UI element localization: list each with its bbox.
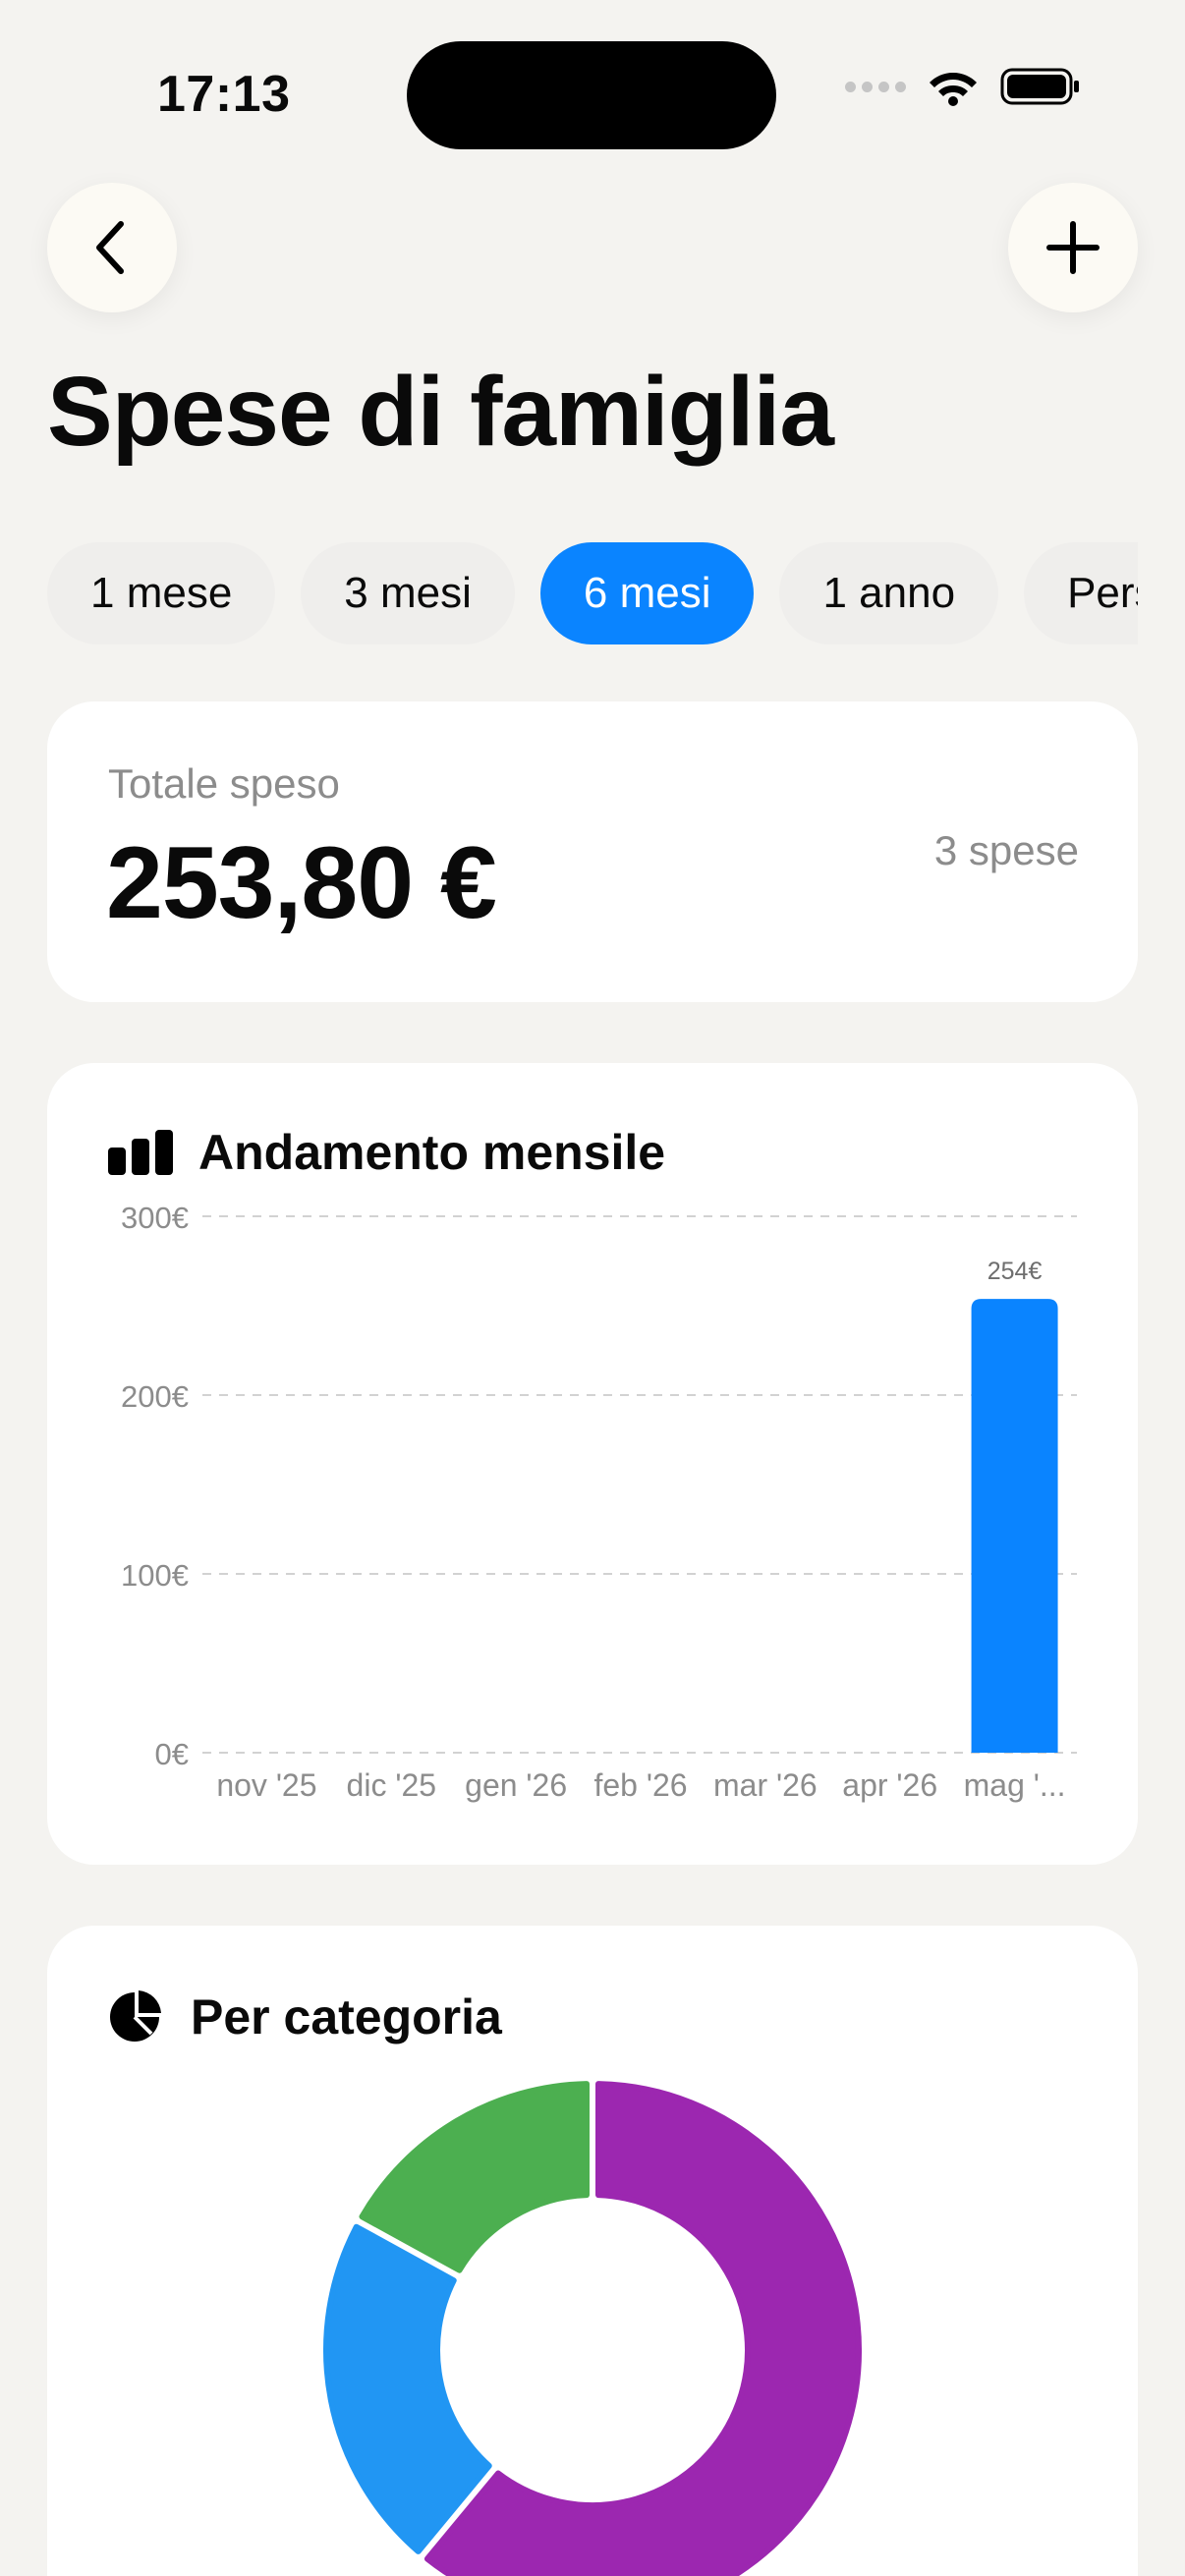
plus-icon — [1046, 221, 1100, 274]
battery-icon — [1000, 68, 1079, 105]
page-title: Spese di famiglia — [47, 357, 834, 467]
period-chip-2[interactable]: 6 mesi — [539, 542, 755, 644]
y-tick-label: 200€ — [121, 1379, 189, 1414]
status-time: 17:13 — [157, 66, 291, 123]
period-chip-3[interactable]: 1 anno — [779, 542, 999, 644]
period-chip-0[interactable]: 1 mese — [47, 542, 276, 644]
expense-count: 3 spese — [933, 827, 1079, 873]
x-tick-label: apr '26 — [842, 1767, 937, 1803]
bar-data-label: 254€ — [988, 1258, 1043, 1285]
add-expense-button[interactable] — [1008, 183, 1138, 312]
x-tick-label: nov '25 — [216, 1767, 316, 1803]
back-button[interactable] — [47, 183, 177, 312]
total-value: 253,80 € — [106, 826, 497, 940]
y-tick-label: 0€ — [155, 1737, 189, 1771]
x-tick-label: dic '25 — [347, 1767, 437, 1803]
x-tick-label: gen '26 — [465, 1767, 567, 1803]
y-tick-label: 100€ — [121, 1558, 189, 1593]
cellular-signal-icon — [845, 81, 906, 92]
total-label: Totale speso — [108, 760, 340, 807]
donut-slice — [359, 2081, 591, 2273]
x-tick-label: mar '26 — [713, 1767, 818, 1803]
donut-slice — [323, 2223, 492, 2554]
period-chip-1[interactable]: 3 mesi — [301, 542, 515, 644]
category-card: Per categoria — [47, 1926, 1138, 2576]
period-selector: 1 mese3 mesi6 mesi1 annoPersonalizzato — [47, 542, 1138, 644]
period-chip-4[interactable]: Personalizzato — [1024, 542, 1138, 644]
monthly-trend-card: Andamento mensile 0€ 100€ 200€ 300€ nov '25 d… — [47, 1063, 1138, 1865]
chevron-left-icon — [96, 221, 124, 274]
wifi-icon — [930, 73, 977, 106]
status-icons — [845, 67, 1081, 106]
x-tick-label: feb '26 — [593, 1767, 687, 1803]
y-tick-label: 300€ — [121, 1201, 189, 1235]
category-donut-chart — [323, 2081, 862, 2576]
total-card: Totale speso 253,80 € 3 spese — [47, 701, 1138, 1002]
x-tick-label: mag '... — [964, 1767, 1066, 1803]
monthly-bar-chart: 0€ 100€ 200€ 300€ nov '25 dic '25 gen '26 feb '… — [121, 1201, 1077, 1803]
dynamic-island — [407, 41, 776, 149]
bar — [971, 1299, 1058, 1753]
